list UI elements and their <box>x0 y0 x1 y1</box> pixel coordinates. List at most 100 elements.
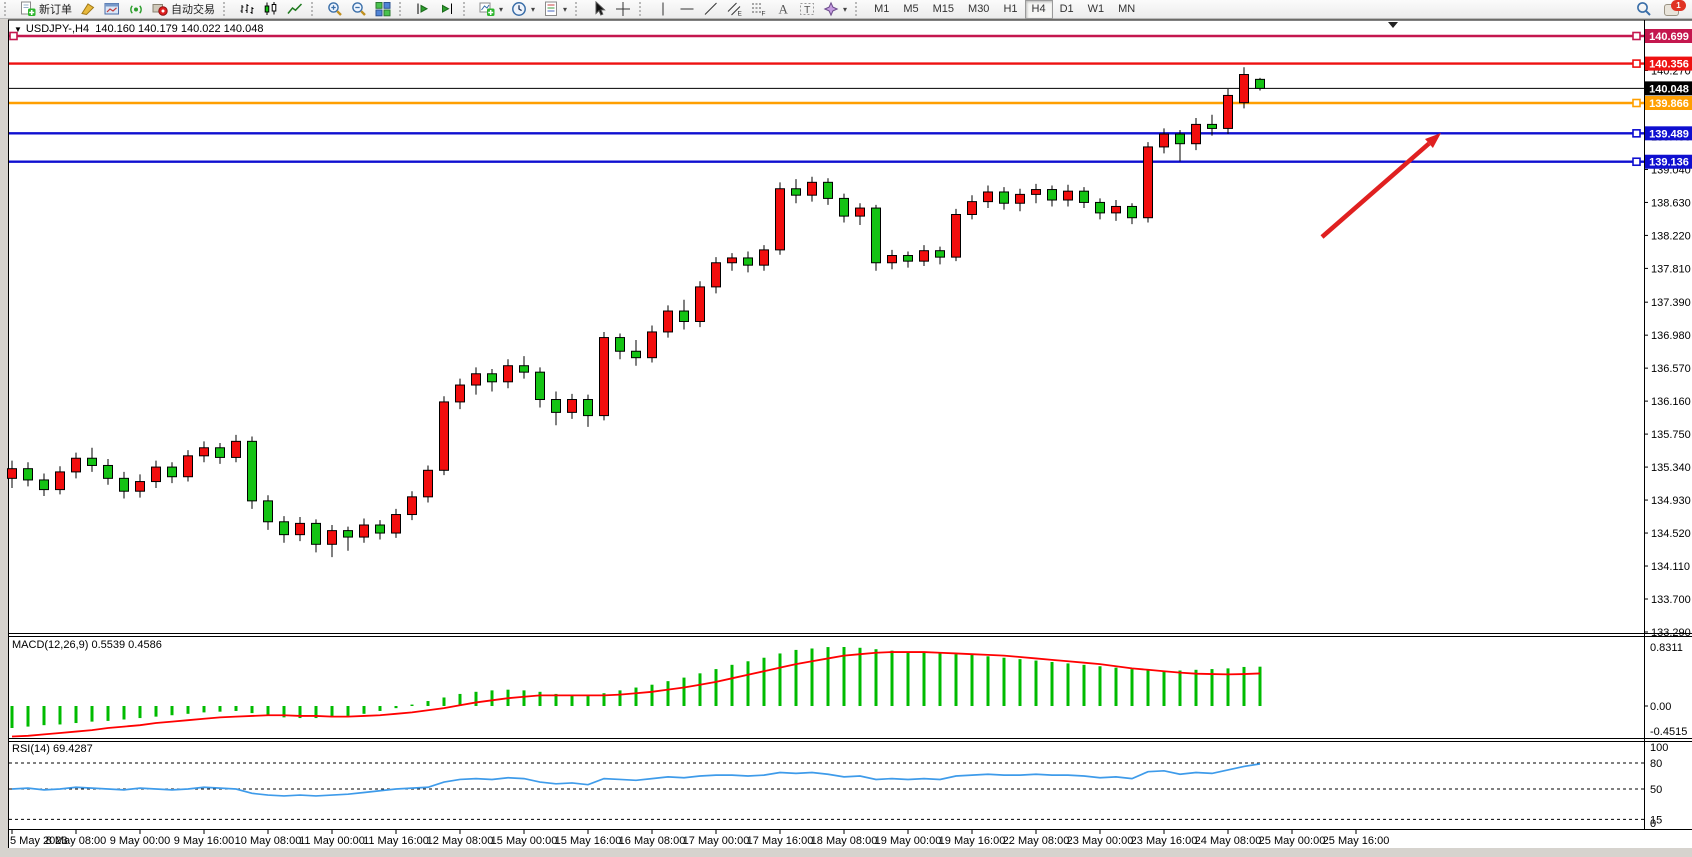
bear-candle <box>40 480 49 490</box>
bear-candle <box>1096 202 1105 212</box>
bull-candle <box>568 400 577 413</box>
time-axis-label: 8 May 08:00 <box>46 835 107 847</box>
bull-candle <box>392 515 401 534</box>
time-axis-label: 19 May 00:00 <box>875 835 942 847</box>
rsi-axis-label: 0 <box>1650 818 1656 830</box>
line-handle[interactable] <box>1633 33 1640 40</box>
chart-title: ▼USDJPY-,H4 140.160 140.179 140.022 140.… <box>14 23 263 35</box>
bull-candle <box>1112 206 1121 212</box>
rsi-axis-label: 50 <box>1650 784 1662 796</box>
time-axis-label: 18 May 08:00 <box>811 835 878 847</box>
bear-candle <box>1000 192 1009 203</box>
macd-axis-zero: 0.00 <box>1650 701 1671 713</box>
bear-candle <box>248 441 257 501</box>
bull-candle <box>328 531 337 545</box>
bull-candle <box>56 472 65 490</box>
chart-symbol-period: USDJPY-,H4 <box>26 23 89 35</box>
price-tick-label: 137.810 <box>1651 263 1691 275</box>
bear-candle <box>840 198 849 216</box>
line-handle[interactable] <box>1633 130 1640 137</box>
bull-candle <box>968 202 977 215</box>
time-axis-label: 24 May 08:00 <box>1195 835 1262 847</box>
price-tick-label: 138.220 <box>1651 230 1691 242</box>
bull-candle <box>712 263 721 287</box>
price-tick-label: 136.160 <box>1651 396 1691 408</box>
bull-candle <box>984 192 993 202</box>
bull-candle <box>1240 75 1249 103</box>
bull-candle <box>456 385 465 402</box>
bull-candle <box>8 469 17 479</box>
price-tick-label: 135.340 <box>1651 462 1691 474</box>
bull-candle <box>1160 134 1169 147</box>
time-axis-label: 9 May 00:00 <box>110 835 171 847</box>
bull-candle <box>856 208 865 216</box>
bear-candle <box>872 208 881 263</box>
bull-candle <box>504 366 513 382</box>
bull-candle <box>728 258 737 263</box>
bull-candle <box>1192 124 1201 143</box>
bull-candle <box>184 456 193 477</box>
bull-candle <box>920 251 929 261</box>
price-tick-label: 136.570 <box>1651 363 1691 375</box>
bull-candle <box>360 525 369 537</box>
bear-candle <box>344 531 353 537</box>
time-axis-label: 15 May 00:00 <box>491 835 558 847</box>
price-tick-label: 133.290 <box>1651 627 1691 639</box>
svg-text:140.048: 140.048 <box>1649 83 1689 95</box>
bear-candle <box>88 458 97 465</box>
time-axis-label: 10 May 08:00 <box>235 835 302 847</box>
bear-candle <box>584 400 593 416</box>
time-axis-label: 17 May 00:00 <box>683 835 750 847</box>
chart-title-triangle-icon[interactable]: ▼ <box>14 25 22 34</box>
rsi-indicator-label: RSI(14) 69.4287 <box>12 743 93 755</box>
price-tick-label: 135.750 <box>1651 429 1691 441</box>
bear-candle <box>680 311 689 321</box>
bear-candle <box>792 189 801 195</box>
bear-candle <box>1256 79 1265 88</box>
line-handle[interactable] <box>1633 100 1640 107</box>
chart-canvas[interactable]: 140.680140.270139.860139.450139.040138.6… <box>0 0 1692 857</box>
bull-candle <box>952 214 961 257</box>
svg-text:139.489: 139.489 <box>1649 128 1689 140</box>
chart-window-background <box>8 20 1692 848</box>
price-tick-label: 134.930 <box>1651 495 1691 507</box>
bull-candle <box>440 402 449 470</box>
time-axis-label: 15 May 16:00 <box>555 835 622 847</box>
time-axis-label: 16 May 08:00 <box>619 835 686 847</box>
bull-candle <box>152 467 161 481</box>
bear-candle <box>536 372 545 399</box>
bear-candle <box>1080 191 1089 202</box>
line-handle[interactable] <box>1633 60 1640 67</box>
bull-candle <box>1032 190 1041 195</box>
bear-candle <box>632 351 641 357</box>
bull-candle <box>200 448 209 456</box>
bull-candle <box>760 250 769 265</box>
price-tick-label: 133.700 <box>1651 594 1691 606</box>
bull-candle <box>1144 147 1153 218</box>
bull-candle <box>1224 95 1233 128</box>
bull-candle <box>472 374 481 385</box>
price-tick-label: 138.630 <box>1651 197 1691 209</box>
bear-candle <box>1128 206 1137 217</box>
svg-text:139.866: 139.866 <box>1649 98 1689 110</box>
bear-candle <box>1208 124 1217 128</box>
bear-candle <box>744 258 753 265</box>
bear-candle <box>520 366 529 372</box>
bull-candle <box>424 470 433 497</box>
bull-candle <box>1016 194 1025 203</box>
time-axis-label: 11 May 00:00 <box>299 835 365 847</box>
line-handle[interactable] <box>1633 158 1640 165</box>
bear-candle <box>24 469 33 480</box>
macd-axis-min: -0.4515 <box>1650 726 1687 738</box>
bear-candle <box>376 525 385 533</box>
bear-candle <box>1176 134 1185 144</box>
bull-candle <box>696 287 705 322</box>
svg-text:140.699: 140.699 <box>1649 31 1689 43</box>
bear-candle <box>616 338 625 352</box>
price-tick-label: 134.110 <box>1651 561 1690 573</box>
rsi-axis-label: 100 <box>1650 742 1668 754</box>
macd-indicator-label: MACD(12,26,9) 0.5539 0.4586 <box>12 639 162 651</box>
bull-candle <box>600 338 609 416</box>
price-tick-label: 137.390 <box>1651 297 1691 309</box>
time-axis-label: 9 May 16:00 <box>174 835 235 847</box>
